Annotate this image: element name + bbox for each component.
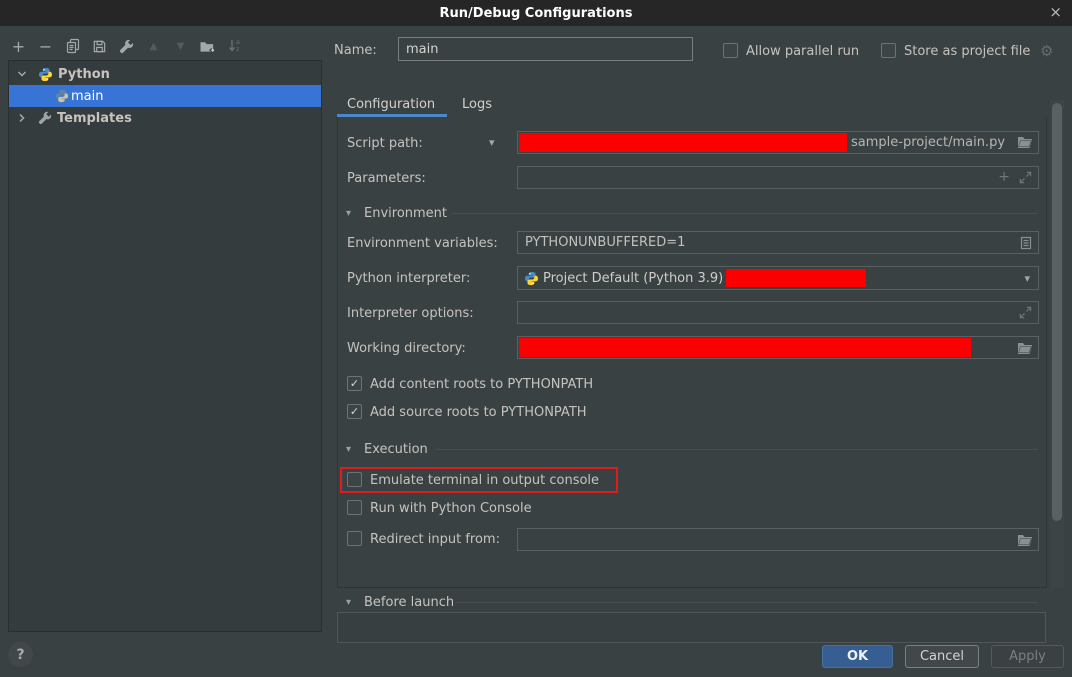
scrollbar-thumb[interactable] [1052, 103, 1062, 521]
chevron-down-icon[interactable] [17, 69, 31, 79]
remove-configuration-button[interactable]: − [37, 38, 54, 55]
add-content-roots-label[interactable]: Add content roots to PYTHONPATH [370, 377, 593, 392]
tree-item-python[interactable]: Python [9, 63, 321, 85]
expand-field-icon[interactable] [1019, 171, 1032, 184]
check-icon: ✓ [350, 377, 359, 390]
section-divider [456, 602, 1038, 603]
add-source-roots-label[interactable]: Add source roots to PYTHONPATH [370, 405, 587, 420]
python-logo-icon [524, 271, 539, 286]
execution-section-caret-icon[interactable]: ▾ [346, 444, 351, 455]
python-script-icon [55, 89, 69, 103]
parameters-label: Parameters: [347, 171, 426, 186]
section-divider [436, 449, 1038, 450]
move-down-button[interactable]: ▼ [172, 38, 189, 55]
dialog-title: Run/Debug Configurations [440, 6, 633, 21]
interpreter-dropdown-caret-icon[interactable]: ▾ [1024, 272, 1030, 285]
active-tab-underline [337, 114, 447, 117]
check-icon: ✓ [350, 405, 359, 418]
copy-configuration-icon[interactable] [64, 38, 81, 55]
add-source-roots-checkbox[interactable]: ✓ [347, 404, 362, 419]
title-bar: Run/Debug Configurations [0, 0, 1072, 26]
name-value: main [406, 42, 438, 57]
python-interpreter-label: Python interpreter: [347, 271, 470, 286]
redirect-input-file-input[interactable] [517, 528, 1039, 551]
folder-icon[interactable] [1017, 135, 1033, 149]
browse-variables-icon[interactable] [1020, 236, 1032, 250]
templates-wrench-icon [38, 111, 52, 125]
before-launch-section-label[interactable]: Before launch [364, 595, 454, 610]
redirect-input-checkbox[interactable] [347, 531, 362, 546]
store-as-project-file-checkbox[interactable] [881, 43, 896, 58]
execution-section-label[interactable]: Execution [364, 442, 428, 457]
apply-button[interactable]: Apply [991, 645, 1064, 668]
tree-item-main[interactable]: main [9, 85, 321, 107]
store-as-project-file-label[interactable]: Store as project file [904, 44, 1030, 59]
python-interpreter-value: Project Default (Python 3.9) [543, 271, 723, 286]
redaction-overlay [519, 133, 847, 152]
expand-field-icon[interactable] [1019, 306, 1032, 319]
svg-text:z: z [236, 45, 240, 53]
cancel-button[interactable]: Cancel [905, 645, 979, 668]
allow-parallel-run-checkbox[interactable] [723, 43, 738, 58]
parameters-input[interactable]: + [517, 166, 1039, 189]
close-icon[interactable]: × [1049, 3, 1062, 21]
python-logo-icon [38, 67, 53, 82]
redaction-overlay [519, 338, 971, 357]
cancel-button-label: Cancel [920, 649, 964, 664]
interpreter-options-label: Interpreter options: [347, 306, 474, 321]
apply-button-label: Apply [1009, 649, 1046, 664]
name-input[interactable]: main [398, 37, 693, 61]
folder-icon[interactable] [1017, 533, 1033, 547]
macros-plus-icon[interactable]: + [998, 169, 1010, 185]
environment-section-caret-icon[interactable]: ▾ [346, 208, 351, 219]
section-divider [452, 213, 1038, 214]
script-path-value: sample-project/main.py [851, 135, 1005, 150]
interpreter-options-input[interactable] [517, 301, 1039, 324]
ok-button-label: OK [847, 649, 868, 664]
script-path-label: Script path: [347, 136, 423, 151]
before-launch-task-list[interactable] [337, 612, 1046, 643]
edit-templates-wrench-icon[interactable] [118, 38, 135, 55]
tree-item-label: Templates [57, 111, 132, 126]
new-folder-icon[interactable] [199, 38, 216, 55]
run-debug-configurations-dialog: Run/Debug Configurations × + − ▲ ▼ [0, 0, 1072, 677]
run-with-python-console-label[interactable]: Run with Python Console [370, 501, 532, 516]
environment-variables-value: PYTHONUNBUFFERED=1 [525, 235, 685, 250]
script-path-dropdown-caret-icon[interactable]: ▾ [489, 136, 495, 149]
run-with-python-console-checkbox[interactable] [347, 500, 362, 515]
configurations-toolbar: + − ▲ ▼ [10, 36, 243, 56]
redaction-overlay [726, 269, 866, 287]
name-label: Name: [334, 43, 377, 58]
add-configuration-button[interactable]: + [10, 38, 27, 55]
tab-logs[interactable]: Logs [462, 97, 492, 112]
sort-configurations-icon[interactable]: a z [226, 38, 243, 55]
tree-item-label: Python [58, 67, 110, 82]
save-configuration-icon[interactable] [91, 38, 108, 55]
environment-section-label[interactable]: Environment [364, 206, 447, 221]
configurations-tree-panel: Python main Templates [8, 60, 322, 632]
help-icon: ? [16, 647, 24, 663]
chevron-right-icon[interactable] [17, 113, 31, 123]
environment-variables-label: Environment variables: [347, 236, 498, 251]
before-launch-section-caret-icon[interactable]: ▾ [346, 597, 351, 608]
tab-configuration[interactable]: Configuration [347, 97, 435, 112]
environment-variables-input[interactable]: PYTHONUNBUFFERED=1 [517, 231, 1039, 254]
working-directory-label: Working directory: [347, 341, 466, 356]
tree-item-templates[interactable]: Templates [9, 107, 321, 129]
redirect-input-label[interactable]: Redirect input from: [370, 532, 500, 547]
folder-icon[interactable] [1017, 341, 1033, 355]
add-content-roots-checkbox[interactable]: ✓ [347, 376, 362, 391]
move-up-button[interactable]: ▲ [145, 38, 162, 55]
ok-button[interactable]: OK [822, 645, 893, 668]
allow-parallel-run-label[interactable]: Allow parallel run [746, 44, 859, 59]
emulate-terminal-label[interactable]: Emulate terminal in output console [370, 473, 599, 488]
gear-icon[interactable]: ⚙ [1040, 42, 1053, 60]
help-button[interactable]: ? [8, 642, 33, 667]
emulate-terminal-checkbox[interactable] [347, 472, 362, 487]
tree-item-label: main [71, 89, 103, 104]
